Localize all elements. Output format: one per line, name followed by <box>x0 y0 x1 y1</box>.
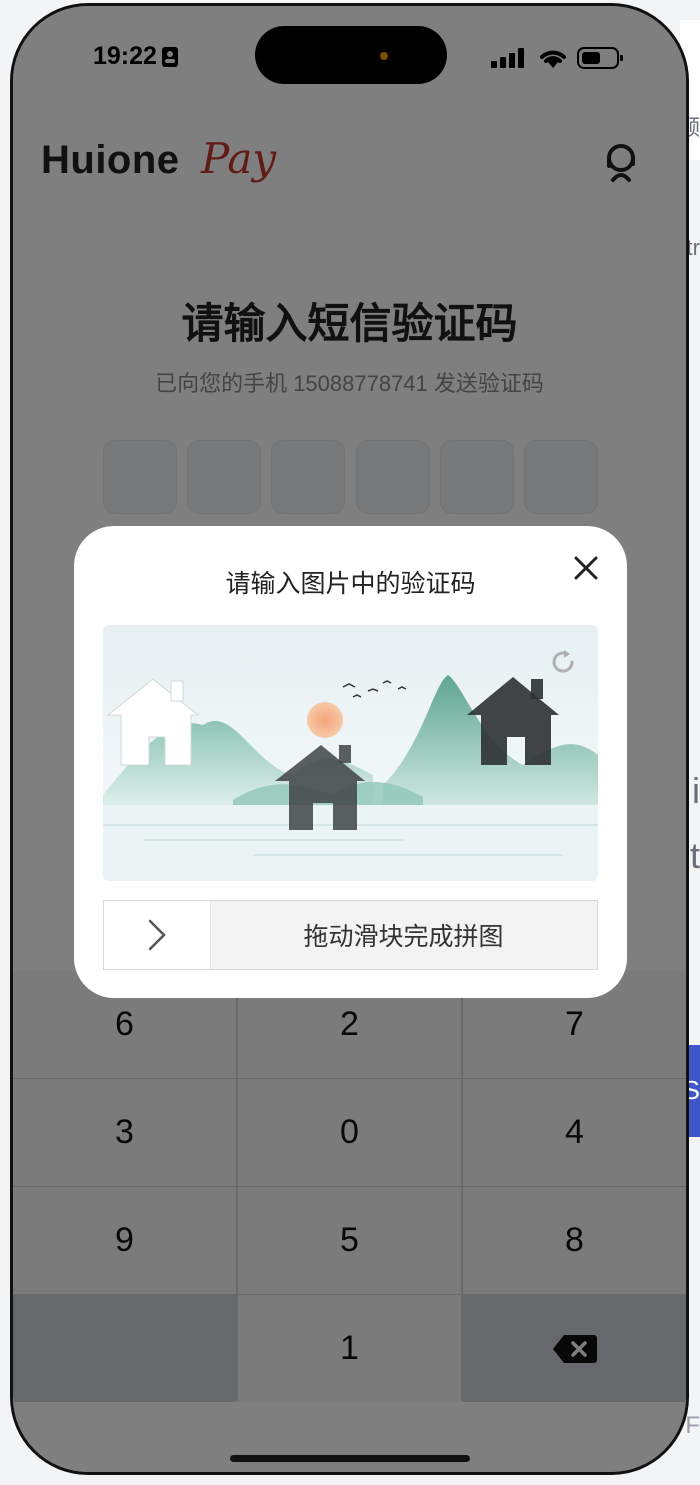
captcha-dialog: 请输入图片中的验证码 拖动滑块完成拼图 <box>74 526 627 998</box>
landscape-illustration <box>103 625 598 881</box>
slider-handle[interactable] <box>104 901 211 969</box>
chevron-right-icon <box>148 919 166 951</box>
captcha-title: 请输入图片中的验证码 <box>225 570 476 598</box>
refresh-icon[interactable] <box>548 647 578 677</box>
slider-track[interactable]: 拖动滑块完成拼图 <box>103 900 598 970</box>
close-icon[interactable] <box>570 552 602 584</box>
slider-hint: 拖动滑块完成拼图 <box>303 923 504 951</box>
home-indicator[interactable] <box>230 1455 470 1462</box>
phone-frame: 19:22 Huione Pay <box>10 3 689 1475</box>
phone-screen: 19:22 Huione Pay <box>13 6 686 1472</box>
captcha-image <box>103 625 598 881</box>
background-text: t <box>689 835 700 876</box>
background-text: F <box>685 1412 700 1439</box>
background-text: i <box>692 770 700 811</box>
